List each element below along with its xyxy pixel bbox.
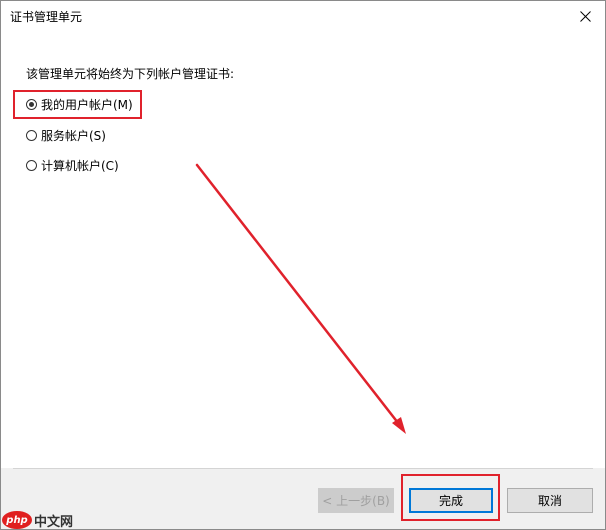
radio-my-user-account[interactable]: 我的用户帐户(M) [26, 95, 133, 113]
close-icon [579, 10, 591, 22]
dialog-content: 该管理单元将始终为下列帐户管理证书: 我的用户帐户(M) 服务帐户(S) 计算机… [1, 31, 605, 468]
instruction-text: 该管理单元将始终为下列帐户管理证书: [26, 67, 235, 81]
radio-unselected-icon[interactable] [26, 129, 37, 141]
close-button[interactable] [565, 1, 605, 31]
radio-label-my-user-account: 我的用户帐户(M) [41, 97, 133, 112]
finish-button[interactable]: 完成 [409, 488, 493, 513]
title-bar: 证书管理单元 [1, 1, 605, 31]
back-button[interactable]: < 上一步(B) [318, 488, 394, 513]
radio-selected-icon[interactable] [26, 98, 37, 110]
window-title: 证书管理单元 [10, 10, 83, 24]
watermark: php 中文网 [2, 510, 73, 530]
radio-service-account[interactable]: 服务帐户(S) [26, 126, 106, 144]
radio-unselected-icon[interactable] [26, 159, 37, 171]
radio-computer-account[interactable]: 计算机帐户(C) [26, 156, 119, 174]
watermark-site-name: 中文网 [34, 514, 74, 530]
radio-label-computer-account: 计算机帐户(C) [41, 158, 119, 173]
dialog-window: 证书管理单元 该管理单元将始终为下列帐户管理证书: 我的用户帐户(M) 服务帐户… [0, 0, 606, 530]
cancel-button[interactable]: 取消 [507, 488, 593, 513]
radio-label-service-account: 服务帐户(S) [41, 128, 106, 143]
watermark-logo: php [2, 511, 32, 529]
footer-divider [13, 468, 593, 469]
